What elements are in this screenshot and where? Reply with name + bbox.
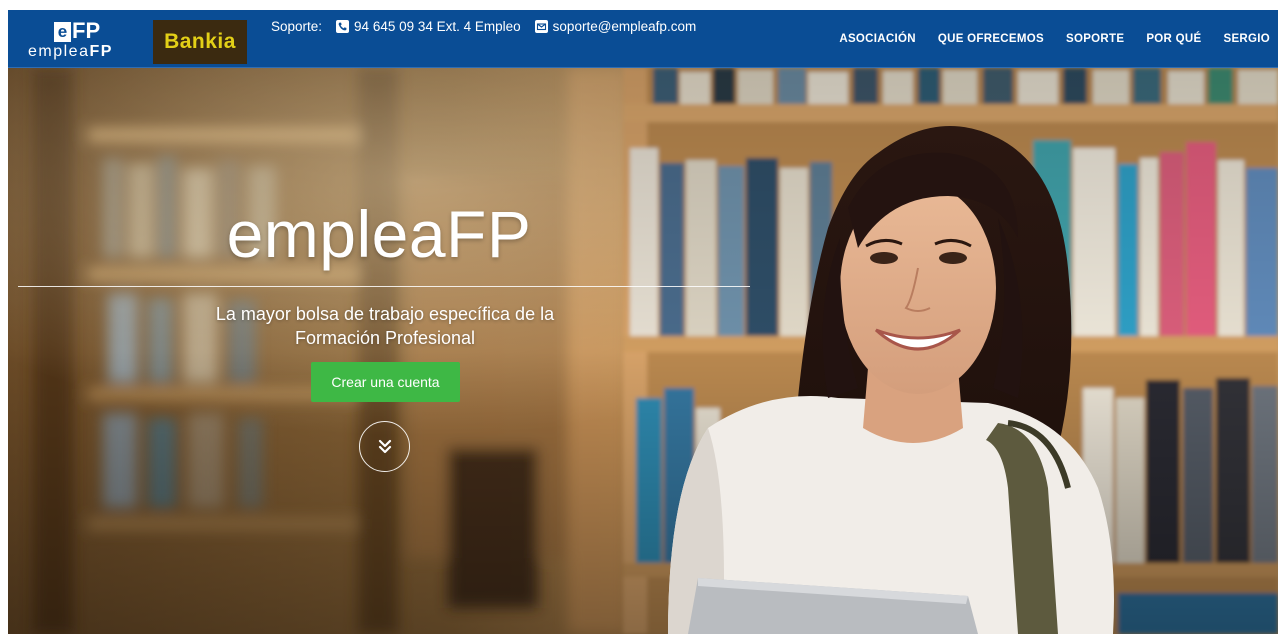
- hero-divider: [18, 286, 750, 287]
- bankia-logo-text: Bankia: [164, 30, 236, 53]
- hero-section: empleaFP La mayor bolsa de trabajo espec…: [8, 68, 1278, 634]
- logo-wordmark: empleaFP: [28, 43, 113, 61]
- support-contact: Soporte: 94 645 09 34 Ext. 4 Empleo sopo…: [271, 16, 696, 36]
- nav-item-soporte[interactable]: SOPORTE: [1066, 33, 1124, 45]
- envelope-icon: [534, 19, 548, 33]
- support-email[interactable]: soporte@empleafp.com: [553, 19, 697, 34]
- logo-mark-e: e: [54, 22, 71, 42]
- hero-subtitle: La mayor bolsa de trabajo específica de …: [215, 304, 555, 348]
- logo-mark-fp: FP: [72, 18, 101, 43]
- nav-item-user-menu[interactable]: SERGIO: [1223, 33, 1270, 45]
- page: e FP empleaFP Bankia Soporte: 94 645 09 …: [8, 10, 1278, 634]
- main-nav: ASOCIACIÓN QUE OFRECEMOS SOPORTE POR QUÉ…: [839, 29, 1278, 49]
- logo-wordmark-bold: FP: [89, 43, 113, 60]
- scroll-down-button[interactable]: [359, 421, 410, 472]
- phone-icon: [336, 19, 350, 33]
- hero-background-image: [8, 68, 1278, 634]
- create-account-button[interactable]: Crear una cuenta: [311, 362, 460, 402]
- empleafp-logo[interactable]: e FP empleaFP: [26, 19, 136, 63]
- nav-item-que-ofrecemos[interactable]: QUE OFRECEMOS: [938, 33, 1044, 45]
- hero-title: empleaFP: [226, 197, 532, 271]
- double-chevron-down-icon: [378, 439, 391, 453]
- support-phone[interactable]: 94 645 09 34 Ext. 4 Empleo: [354, 19, 521, 34]
- top-navbar: e FP empleaFP Bankia Soporte: 94 645 09 …: [8, 10, 1278, 68]
- logo-mark: e FP: [54, 19, 100, 42]
- logo-wordmark-light: emplea: [28, 43, 90, 60]
- nav-item-por-que[interactable]: POR QUÉ: [1146, 33, 1201, 45]
- support-label: Soporte:: [271, 18, 323, 34]
- nav-item-asociacion[interactable]: ASOCIACIÓN: [839, 33, 915, 45]
- bankia-partner-logo[interactable]: Bankia: [153, 20, 247, 64]
